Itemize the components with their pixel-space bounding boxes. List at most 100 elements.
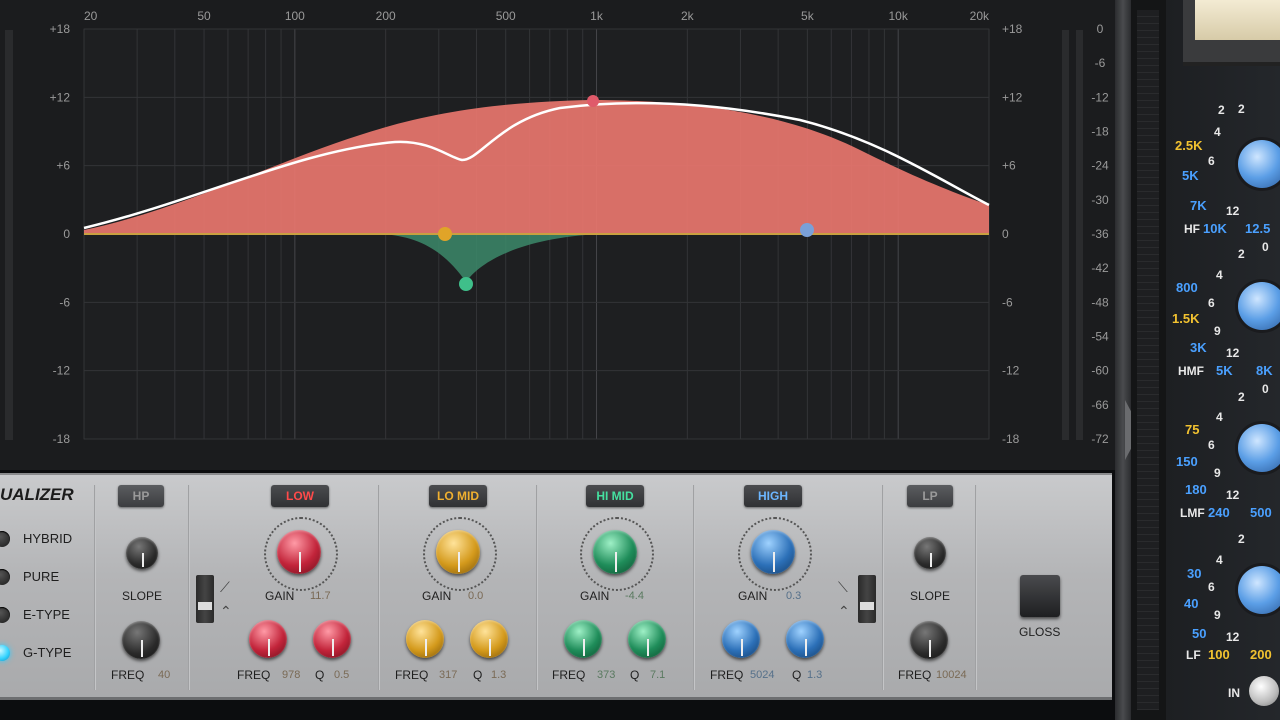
strip-label: LF [1186, 648, 1201, 662]
lomid-band-button[interactable]: LO MID [429, 485, 487, 507]
strip-label: HF [1184, 222, 1200, 236]
separator [94, 485, 96, 690]
e-type-led[interactable] [0, 607, 10, 623]
lmf-gain-knob[interactable] [1238, 424, 1280, 472]
freq-axis-label: 2k [681, 9, 695, 23]
lomid-freq-knob[interactable] [406, 620, 444, 658]
mode-g-type-label: G-TYPE [23, 645, 72, 660]
strip-label: 3K [1190, 340, 1207, 355]
strip-label: 2 [1218, 103, 1225, 117]
strip-label: 100 [1208, 647, 1230, 662]
lp-slope-knob[interactable] [914, 537, 946, 569]
himid-q-knob[interactable] [628, 620, 666, 658]
lp-freq-label: FREQ [898, 668, 932, 682]
low-shape-switch[interactable] [196, 575, 214, 623]
hf-gain-knob[interactable] [1238, 140, 1280, 188]
hybrid-led[interactable] [0, 531, 10, 547]
graph-canvas[interactable]: 20 50 100 200 500 1k 2k 5k 10k 20k +18 +12 +6 0 -6 -12 -… [0, 0, 1115, 470]
himid-band-button[interactable]: HI MID [586, 485, 644, 507]
himid-band-node[interactable] [459, 277, 473, 291]
strip-label: 1.5K [1172, 311, 1200, 326]
mode-pure[interactable]: PURE [0, 567, 90, 589]
low-freq-value: 978 [282, 669, 301, 681]
meter-scale-label: -42 [1091, 261, 1109, 275]
strip-label: 240 [1208, 505, 1230, 520]
shelf-shape-icon: ⟋ [220, 579, 230, 595]
high-gain-knob[interactable] [751, 530, 795, 574]
strip-label: 7K [1190, 198, 1207, 213]
strip-label: 2 [1238, 532, 1245, 546]
strip-label: 75 [1185, 422, 1200, 437]
g-type-led[interactable] [0, 645, 10, 661]
gain-axis-label-right: -6 [1002, 295, 1013, 309]
gain-axis-label-right: +12 [1002, 90, 1023, 104]
gloss-button[interactable] [1020, 575, 1060, 617]
strip-label: 800 [1176, 280, 1198, 295]
high-freq-value: 5024 [750, 669, 775, 681]
lp-freq-knob[interactable] [910, 621, 948, 659]
strip-label: 4 [1214, 125, 1221, 139]
gain-axis-label-right: 0 [1002, 227, 1009, 241]
lf-gain-knob[interactable] [1238, 566, 1280, 614]
lp-button[interactable]: LP [907, 485, 953, 507]
bell-shape-icon: ⌃ [838, 603, 850, 619]
gain-axis-label-right: +18 [1002, 22, 1023, 36]
low-freq-knob[interactable] [249, 620, 287, 658]
gain-axis-label-left: -12 [53, 364, 71, 378]
eq-frequency-graph[interactable]: 20 50 100 200 500 1k 2k 5k 10k 20k +18 +12 +6 0 -6 -12 -… [0, 0, 1115, 470]
gain-axis-label-right: +6 [1002, 159, 1016, 173]
meter-scale-label: -48 [1091, 295, 1109, 309]
in-button[interactable] [1249, 676, 1279, 706]
lomid-freq-value: 317 [439, 669, 458, 681]
lomid-band-node[interactable] [438, 227, 452, 241]
strip-label: 0 [1262, 382, 1269, 396]
low-q-knob[interactable] [313, 620, 351, 658]
input-meter [5, 30, 13, 440]
strip-label: 4 [1216, 268, 1223, 282]
strip-label: 12 [1226, 488, 1240, 502]
mode-hybrid[interactable]: HYBRID [0, 529, 90, 551]
lomid-q-knob[interactable] [470, 620, 508, 658]
meter-scale-label: -30 [1091, 193, 1109, 207]
himid-gain-value: -4.4 [625, 590, 644, 602]
himid-freq-value: 373 [597, 669, 616, 681]
low-band-button[interactable]: LOW [271, 485, 329, 507]
strip-label: 10K [1203, 221, 1227, 236]
himid-gain-knob[interactable] [593, 530, 637, 574]
high-freq-label: FREQ [710, 668, 744, 682]
lomid-gain-label: GAIN [422, 589, 452, 603]
low-freq-label: FREQ [237, 668, 271, 682]
gain-axis-label-left: -18 [53, 432, 71, 446]
high-band-button[interactable]: HIGH [744, 485, 802, 507]
pure-led[interactable] [0, 569, 10, 585]
hmf-gain-knob[interactable] [1238, 282, 1280, 330]
freq-axis-label: 200 [376, 9, 396, 23]
separator [536, 485, 538, 690]
strip-label: 150 [1176, 454, 1198, 469]
freq-axis-label: 500 [496, 9, 516, 23]
separator [975, 485, 977, 690]
meter-scale-label: -72 [1091, 432, 1109, 446]
channel-meters [1131, 0, 1166, 720]
separator [378, 485, 380, 690]
mode-g-type[interactable]: G-TYPE [0, 643, 90, 665]
himid-freq-knob[interactable] [564, 620, 602, 658]
hp-button[interactable]: HP [118, 485, 164, 507]
separator [882, 485, 884, 690]
low-band-node[interactable] [587, 95, 599, 107]
bell-shape-icon: ⌃ [220, 603, 232, 619]
lomid-gain-knob[interactable] [436, 530, 480, 574]
high-band-node[interactable] [800, 223, 814, 237]
high-shape-switch[interactable] [858, 575, 876, 623]
shelf-shape-icon: ⟍ [838, 579, 848, 595]
hp-freq-knob[interactable] [122, 621, 160, 659]
freq-axis-label: 20k [970, 9, 990, 23]
high-freq-knob[interactable] [722, 620, 760, 658]
himid-q-label: Q [630, 668, 640, 682]
hp-slope-knob[interactable] [126, 537, 158, 569]
low-gain-knob[interactable] [277, 530, 321, 574]
strip-label: 500 [1250, 505, 1272, 520]
mode-e-type[interactable]: E-TYPE [0, 605, 90, 627]
gain-axis-label-left: +6 [56, 159, 70, 173]
high-q-knob[interactable] [786, 620, 824, 658]
